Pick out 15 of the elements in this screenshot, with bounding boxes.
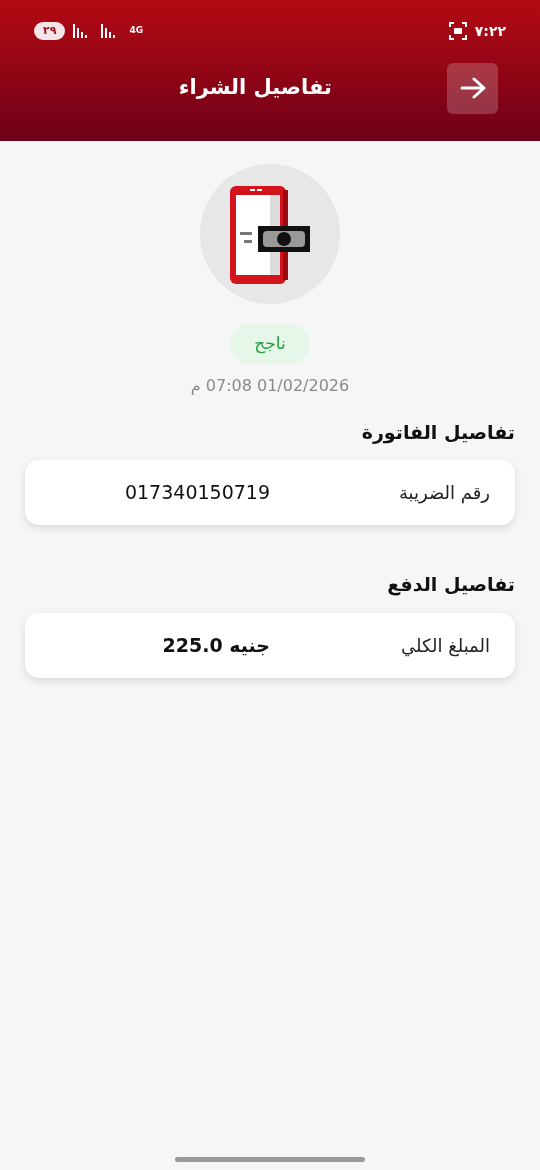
field-label: رقم الضريبة: [397, 481, 490, 506]
back-arrow-icon: [459, 77, 486, 99]
screen-record-icon: [448, 22, 467, 40]
page-title: تفاصيل الشراء: [178, 74, 332, 102]
clock: ٧:٢٢: [474, 21, 506, 41]
network-label: 4G: [129, 24, 144, 38]
transaction-date: 01/02/2026 07:08 م: [190, 374, 350, 397]
status-badge: ناجح: [230, 324, 310, 364]
field-label: المبلغ الكلي: [400, 633, 490, 659]
battery-indicator: ٢٩: [34, 21, 66, 41]
field-value: جنيه 225.0: [162, 632, 270, 658]
section-title: تفاصيل الفاتورة: [360, 419, 515, 446]
back-button[interactable]: [447, 62, 498, 114]
section-title: تفاصيل الدفع: [386, 572, 515, 598]
field-value: 017340150719: [124, 480, 270, 506]
